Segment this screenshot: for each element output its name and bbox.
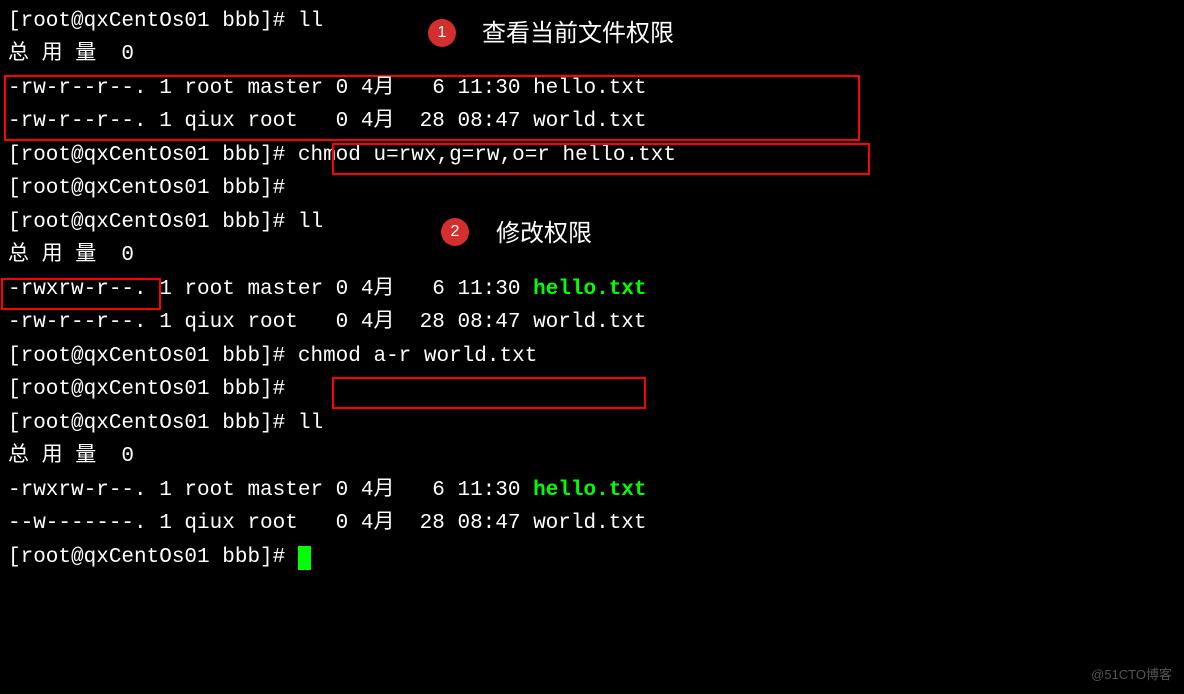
total-text: 总 用 量 0	[8, 239, 134, 273]
terminal-line[interactable]: [root@qxCentOs01 bbb]#	[8, 541, 1176, 575]
file-listing-row: --w-------. 1 qiux root 0 4月 28 08:47 wo…	[8, 508, 1176, 542]
file-listing-row: -rw-r--r--. 1 root master 0 4月 6 11:30 h…	[8, 72, 1176, 106]
watermark: @51CTO博客	[1091, 665, 1172, 686]
command-text: ll	[298, 206, 323, 240]
terminal-line: [root@qxCentOs01 bbb]#	[8, 374, 1176, 408]
total-text: 总 用 量 0	[8, 440, 134, 474]
terminal-line: [root@qxCentOs01 bbb]#	[8, 173, 1176, 207]
prompt: [root@qxCentOs01 bbb]#	[8, 373, 285, 407]
terminal-line: [root@qxCentOs01 bbb]# ll	[8, 206, 1176, 240]
command-text: ll	[298, 407, 323, 441]
file-entry: -rw-r--r--. 1 qiux root 0 4月 28 08:47 wo…	[8, 105, 647, 139]
prompt: [root@qxCentOs01 bbb]#	[8, 541, 285, 575]
prompt: [root@qxCentOs01 bbb]#	[8, 407, 285, 441]
command-text: chmod a-r world.txt	[298, 340, 537, 374]
file-listing-row: -rwxrw-r--. 1 root master 0 4月 6 11:30 h…	[8, 474, 1176, 508]
prompt: [root@qxCentOs01 bbb]#	[8, 139, 285, 173]
file-entry: -rw-r--r--. 1 qiux root 0 4月 28 08:47 wo…	[8, 306, 647, 340]
prompt: [root@qxCentOs01 bbb]#	[8, 206, 285, 240]
file-name-executable: hello.txt	[533, 474, 646, 508]
command-text: chmod u=rwx,g=rw,o=r hello.txt	[298, 139, 676, 173]
terminal-line: 总 用 量 0	[8, 240, 1176, 274]
prompt: [root@qxCentOs01 bbb]#	[8, 5, 285, 39]
cursor	[298, 546, 311, 570]
command-text: ll	[298, 5, 323, 39]
file-entry: -rw-r--r--. 1 root master 0 4月 6 11:30 h…	[8, 72, 647, 106]
file-listing-row: -rw-r--r--. 1 qiux root 0 4月 28 08:47 wo…	[8, 106, 1176, 140]
terminal-line: [root@qxCentOs01 bbb]# chmod u=rwx,g=rw,…	[8, 139, 1176, 173]
prompt: [root@qxCentOs01 bbb]#	[8, 172, 285, 206]
file-listing-row: -rw-r--r--. 1 qiux root 0 4月 28 08:47 wo…	[8, 307, 1176, 341]
file-details: 1 root master 0 4月 6 11:30	[147, 273, 533, 307]
terminal-line: 总 用 量 0	[8, 39, 1176, 73]
terminal-line: [root@qxCentOs01 bbb]# chmod a-r world.t…	[8, 340, 1176, 374]
terminal-line: 总 用 量 0	[8, 441, 1176, 475]
terminal-line: [root@qxCentOs01 bbb]# ll	[8, 407, 1176, 441]
prompt: [root@qxCentOs01 bbb]#	[8, 340, 285, 374]
file-listing-row: -rwxrw-r--. 1 root master 0 4月 6 11:30 h…	[8, 273, 1176, 307]
file-details: -rwxrw-r--. 1 root master 0 4月 6 11:30	[8, 474, 533, 508]
file-name-executable: hello.txt	[533, 273, 646, 307]
file-permissions: -rwxrw-r--.	[8, 273, 147, 307]
total-text: 总 用 量 0	[8, 38, 134, 72]
file-entry: --w-------. 1 qiux root 0 4月 28 08:47 wo…	[8, 507, 647, 541]
